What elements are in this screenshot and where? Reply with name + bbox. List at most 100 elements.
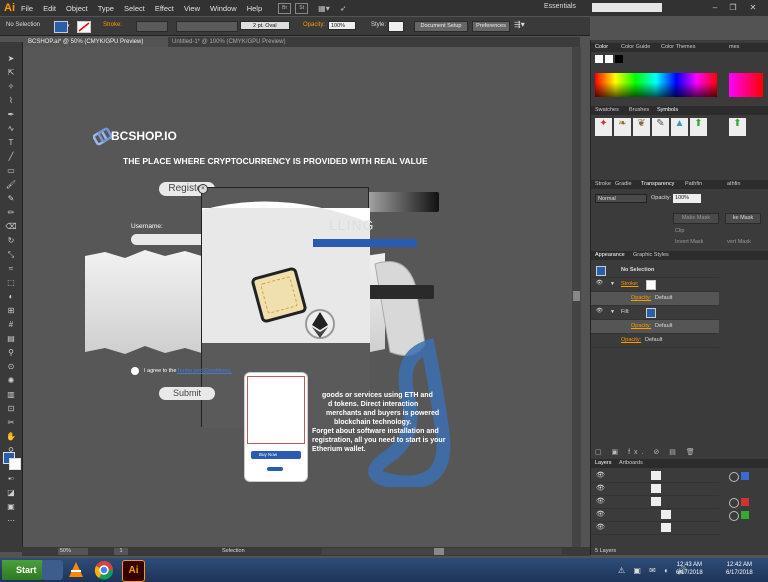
eye-icon[interactable]: 👁 bbox=[596, 510, 605, 518]
terms-link[interactable]: Terms and Conditions. bbox=[177, 368, 232, 374]
clock-left[interactable]: 12:43 AM 6/17/2018 bbox=[676, 561, 703, 577]
tab-graphic-styles[interactable]: Graphic Styles bbox=[633, 252, 669, 258]
target-icon[interactable] bbox=[729, 498, 739, 508]
none-swatch[interactable] bbox=[595, 55, 603, 63]
tab-brushes[interactable]: Brushes bbox=[629, 107, 649, 113]
stroke-label[interactable]: Stroke: bbox=[103, 22, 122, 28]
chrome-icon[interactable] bbox=[94, 560, 115, 580]
appearance-footer-icons[interactable]: ▢ ▣ fx. ⊘ ▤ 🗑 bbox=[595, 448, 719, 456]
clock-right[interactable]: 12:42 AM 6/17/2018 bbox=[726, 561, 753, 577]
workspace-switcher[interactable]: Essentials bbox=[544, 3, 576, 10]
appearance-row[interactable]: Opacity: Default bbox=[591, 334, 719, 348]
tab-color-themes-right[interactable]: mes bbox=[729, 44, 739, 50]
symbol-rocket-icon[interactable]: ✦ bbox=[595, 118, 612, 136]
selection-tool-icon[interactable]: ➤ bbox=[5, 54, 17, 64]
target-icon[interactable] bbox=[729, 511, 739, 521]
artboard-canvas[interactable]: BCSHOP.IO THE PLACE WHERE CRYPTOCURRENCY… bbox=[23, 47, 581, 547]
variable-width-profile[interactable] bbox=[176, 21, 238, 32]
clip-checkbox[interactable]: Clip bbox=[675, 228, 684, 234]
opacity-input[interactable]: 100% bbox=[328, 21, 356, 30]
symbol-arrow-icon[interactable]: ⬆ bbox=[690, 118, 707, 136]
layer-row[interactable]: 👁 bbox=[591, 470, 719, 483]
eyedropper-icon[interactable]: ⚲ bbox=[5, 348, 17, 358]
scrollbar-thumb[interactable] bbox=[573, 291, 580, 301]
eye-icon[interactable]: 👁 bbox=[596, 484, 605, 492]
illustrator-taskbar-icon[interactable]: Ai bbox=[122, 560, 145, 582]
fill-swatch[interactable] bbox=[54, 21, 68, 33]
direct-selection-tool-icon[interactable]: ⇱ bbox=[5, 68, 17, 78]
target-icon[interactable] bbox=[729, 472, 739, 482]
shape-builder-icon[interactable]: ◐ bbox=[5, 292, 17, 302]
tab-color[interactable]: Color bbox=[595, 44, 608, 50]
menu-file[interactable]: File bbox=[21, 4, 33, 13]
bridge-button[interactable]: Br bbox=[278, 2, 292, 14]
perspective-grid-icon[interactable]: ⊞ bbox=[5, 306, 17, 316]
draw-mode-icon[interactable]: ◪ bbox=[5, 488, 17, 498]
appearance-row[interactable]: No Selection bbox=[591, 264, 719, 278]
preferences-button[interactable]: Preferences bbox=[472, 21, 510, 32]
phone-screen-selection[interactable] bbox=[247, 376, 305, 444]
tab-pathfinder-right[interactable]: athfin bbox=[727, 181, 740, 187]
symbol-feather-icon[interactable]: ✎ bbox=[652, 118, 669, 136]
arrange-documents-icon[interactable]: ▦▾ bbox=[318, 4, 330, 13]
color-spectrum[interactable] bbox=[595, 73, 717, 97]
stroke-weight-field[interactable] bbox=[136, 21, 168, 32]
more-tools-icon[interactable]: ⋯ bbox=[5, 516, 17, 526]
blend-mode-dropdown[interactable]: Normal bbox=[595, 194, 647, 203]
appearance-row-label[interactable]: Opacity: bbox=[621, 337, 641, 343]
color-mode-icon[interactable]: ▪▫ bbox=[5, 474, 17, 484]
tab-transparency[interactable]: Transparency bbox=[641, 181, 674, 187]
pen-tool-icon[interactable]: ✒ bbox=[5, 110, 17, 120]
stroke-color-icon[interactable] bbox=[9, 458, 21, 470]
tab-gradient[interactable]: Gradie bbox=[615, 181, 632, 187]
hand-icon[interactable]: ✋ bbox=[5, 432, 17, 442]
menu-help[interactable]: Help bbox=[247, 4, 262, 13]
pencil-icon[interactable]: ✏ bbox=[5, 208, 17, 218]
warp-icon[interactable]: ≈ bbox=[5, 264, 17, 274]
horizontal-scrollbar[interactable] bbox=[322, 548, 562, 555]
gpu-rocket-icon[interactable]: ➶ bbox=[340, 4, 347, 13]
invert-mask-right-checkbox[interactable]: vert Mask bbox=[727, 239, 751, 245]
magic-wand-icon[interactable]: ✧ bbox=[5, 82, 17, 92]
appearance-row-label[interactable]: Stroke: bbox=[621, 281, 638, 287]
artboard-icon[interactable]: ⊡ bbox=[5, 404, 17, 414]
search-stock-input[interactable] bbox=[592, 3, 662, 12]
screen-mode-icon[interactable]: ▣ bbox=[5, 502, 17, 512]
vertical-scrollbar[interactable] bbox=[572, 47, 581, 547]
color-spectrum-right[interactable] bbox=[729, 73, 763, 97]
symbol-arrow-right-icon[interactable]: ⬆ bbox=[729, 118, 746, 136]
document-setup-button[interactable]: Document Setup bbox=[414, 21, 468, 32]
symbol-brush-icon[interactable]: ❧ bbox=[614, 118, 631, 136]
illustrator-logo[interactable]: Ai bbox=[4, 2, 15, 14]
stroke-swatch[interactable] bbox=[77, 21, 91, 33]
eye-icon[interactable]: 👁 bbox=[596, 497, 605, 505]
paintbrush-icon[interactable]: 🖌 bbox=[5, 180, 17, 190]
tab-color-guide[interactable]: Color Guide bbox=[621, 44, 650, 50]
tab-artboards[interactable]: Artboards bbox=[619, 460, 643, 466]
tab-bcshop[interactable]: BCSHOP.ai* @ 50% (CMYK/GPU Preview) bbox=[24, 37, 168, 47]
disclosure-icon[interactable]: ▼ bbox=[610, 309, 615, 315]
maximize-icon[interactable]: ❐ bbox=[726, 2, 740, 13]
tab-swatches[interactable]: Swatches bbox=[595, 107, 619, 113]
slice-icon[interactable]: ✂ bbox=[5, 418, 17, 428]
layer-row[interactable]: 👁 bbox=[591, 496, 719, 509]
menu-object[interactable]: Object bbox=[66, 4, 88, 13]
white-swatch[interactable] bbox=[605, 55, 613, 63]
line-tool-icon[interactable]: ╱ bbox=[5, 152, 17, 162]
zoom-level-dropdown[interactable]: 50% bbox=[58, 548, 88, 555]
layer-row[interactable]: 👁 bbox=[591, 483, 719, 496]
symbol-leaf-icon[interactable]: ❦ bbox=[633, 118, 650, 136]
fill-blue-swatch[interactable] bbox=[646, 308, 656, 318]
disclosure-icon[interactable]: ▼ bbox=[610, 281, 615, 287]
symbol-sprayer-icon[interactable]: ✺ bbox=[5, 376, 17, 386]
transparency-opacity-input[interactable]: 100% bbox=[673, 194, 701, 203]
tab-color-themes[interactable]: Color Themes bbox=[661, 44, 695, 50]
menu-window[interactable]: Window bbox=[210, 4, 237, 13]
mesh-icon[interactable]: # bbox=[5, 320, 17, 330]
make-mask-right-button[interactable]: ke Mask bbox=[725, 213, 761, 224]
column-graph-icon[interactable]: ▥ bbox=[5, 390, 17, 400]
appearance-row[interactable]: Opacity: Default bbox=[591, 292, 719, 306]
submit-button[interactable]: Submit bbox=[159, 387, 215, 400]
curvature-icon[interactable]: ∿ bbox=[5, 124, 17, 134]
layer-row[interactable]: 👁 bbox=[591, 522, 719, 535]
